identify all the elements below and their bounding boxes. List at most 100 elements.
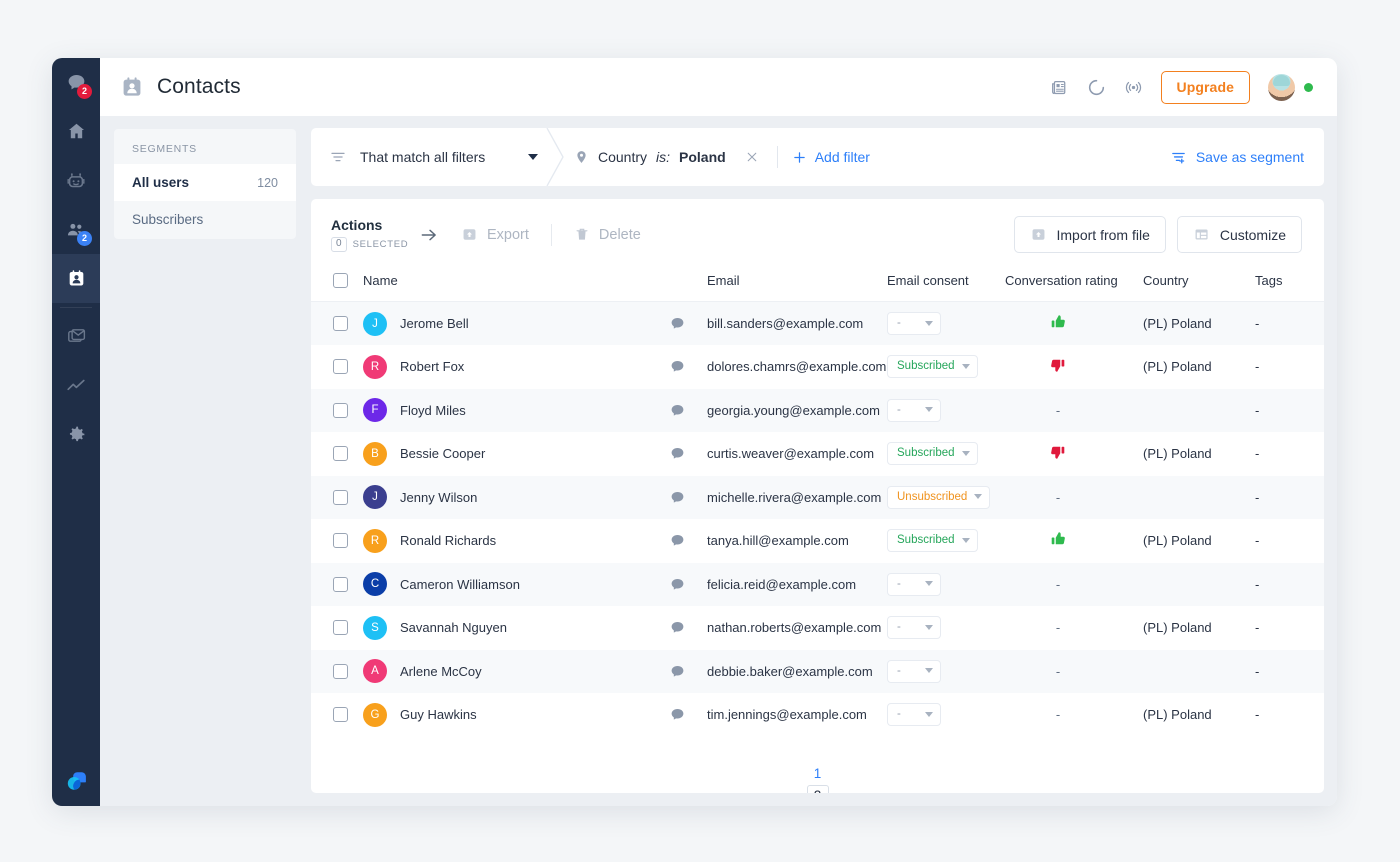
email-consent-dropdown[interactable]: - xyxy=(887,616,941,639)
row-chat-cell[interactable] xyxy=(669,693,707,737)
filter-chip-country[interactable]: Country is: Poland xyxy=(564,148,773,166)
email-consent-dropdown[interactable]: Subscribed xyxy=(887,442,978,465)
row-checkbox[interactable] xyxy=(333,359,348,374)
body-area: SEGMENTS All users 120 Subscribers xyxy=(100,116,1337,806)
nav-item-users[interactable]: 2 xyxy=(52,205,100,254)
table-row[interactable]: AArlene McCoydebbie.baker@example.com--- xyxy=(311,650,1324,694)
sidebar-item-all-users[interactable]: All users 120 xyxy=(114,164,296,201)
nav-item-bot[interactable] xyxy=(52,156,100,205)
email-consent-dropdown[interactable]: - xyxy=(887,660,941,683)
contact-country: (PL) Poland xyxy=(1143,519,1255,563)
nav-item-mail[interactable] xyxy=(52,312,100,361)
contacts-icon xyxy=(66,268,87,289)
email-consent-dropdown[interactable]: - xyxy=(887,573,941,596)
email-consent-dropdown[interactable]: - xyxy=(887,399,941,422)
filter-match-dropdown[interactable]: That match all filters xyxy=(311,148,546,166)
row-checkbox[interactable] xyxy=(333,446,348,461)
location-pin-icon xyxy=(574,148,589,166)
table-row[interactable]: FFloyd Milesgeorgia.young@example.com--- xyxy=(311,389,1324,433)
logo-icon xyxy=(62,768,90,794)
table-row[interactable]: BBessie Coopercurtis.weaver@example.comS… xyxy=(311,432,1324,476)
column-header-name[interactable]: Name xyxy=(363,267,669,302)
column-header-country[interactable]: Country xyxy=(1143,267,1255,302)
table-row[interactable]: RRonald Richardstanya.hill@example.comSu… xyxy=(311,519,1324,563)
loading-circle-icon[interactable] xyxy=(1087,78,1106,97)
contact-name: Guy Hawkins xyxy=(400,707,477,722)
select-all-checkbox[interactable] xyxy=(333,273,348,288)
pagination-page-2[interactable]: 2 xyxy=(807,785,829,794)
nav-item-analytics[interactable] xyxy=(52,361,100,410)
add-filter-label: Add filter xyxy=(815,149,870,165)
row-consent-cell: Subscribed xyxy=(887,519,1005,563)
delete-button[interactable]: Delete xyxy=(570,226,645,243)
row-checkbox[interactable] xyxy=(333,403,348,418)
close-icon[interactable] xyxy=(745,150,759,164)
row-chat-cell[interactable] xyxy=(669,650,707,694)
add-filter-button[interactable]: Add filter xyxy=(792,149,870,165)
column-header-consent[interactable]: Email consent xyxy=(887,267,1005,302)
contact-country xyxy=(1143,563,1255,607)
email-consent-dropdown[interactable]: Subscribed xyxy=(887,529,978,552)
chat-bubble-icon xyxy=(669,532,686,549)
customize-button[interactable]: Customize xyxy=(1177,216,1302,253)
app-window: 2 xyxy=(52,58,1337,806)
table-row[interactable]: RRobert Foxdolores.chamrs@example.comSub… xyxy=(311,345,1324,389)
news-icon[interactable] xyxy=(1050,78,1069,97)
row-checkbox[interactable] xyxy=(333,707,348,722)
table-row[interactable]: JJerome Bellbill.sanders@example.com-(PL… xyxy=(311,302,1324,346)
upgrade-button[interactable]: Upgrade xyxy=(1161,71,1251,104)
contact-email: felicia.reid@example.com xyxy=(707,563,887,607)
column-header-email[interactable]: Email xyxy=(707,267,887,302)
email-consent-dropdown[interactable]: - xyxy=(887,312,941,335)
row-chat-cell[interactable] xyxy=(669,476,707,520)
email-consent-dropdown[interactable]: Subscribed xyxy=(887,355,978,378)
column-header-tags[interactable]: Tags xyxy=(1255,267,1324,302)
avatar: R xyxy=(363,355,387,379)
email-consent-value: Subscribed xyxy=(897,360,955,372)
row-chat-cell[interactable] xyxy=(669,302,707,346)
row-checkbox[interactable] xyxy=(333,490,348,505)
row-chat-cell[interactable] xyxy=(669,606,707,650)
row-name-cell: SSavannah Nguyen xyxy=(363,606,669,650)
email-consent-dropdown[interactable]: Unsubscribed xyxy=(887,486,990,509)
import-from-file-button[interactable]: Import from file xyxy=(1014,216,1166,253)
email-consent-dropdown[interactable]: - xyxy=(887,703,941,726)
table-row[interactable]: JJenny Wilsonmichelle.rivera@example.com… xyxy=(311,476,1324,520)
thumbs-up-icon xyxy=(1049,313,1067,331)
row-name-cell: AArlene McCoy xyxy=(363,650,669,694)
row-consent-cell: - xyxy=(887,302,1005,346)
row-chat-cell[interactable] xyxy=(669,519,707,563)
row-checkbox[interactable] xyxy=(333,664,348,679)
row-consent-cell: Subscribed xyxy=(887,345,1005,389)
row-chat-cell[interactable] xyxy=(669,389,707,433)
row-chat-cell[interactable] xyxy=(669,345,707,389)
row-checkbox[interactable] xyxy=(333,620,348,635)
row-chat-cell[interactable] xyxy=(669,563,707,607)
sidebar-item-subscribers[interactable]: Subscribers xyxy=(114,201,296,238)
table-row[interactable]: GGuy Hawkinstim.jennings@example.com--(P… xyxy=(311,693,1324,737)
nav-item-settings[interactable] xyxy=(52,410,100,459)
nav-item-contacts[interactable] xyxy=(52,254,100,303)
row-name-cell: RRonald Richards xyxy=(363,519,669,563)
save-as-segment-button[interactable]: Save as segment xyxy=(1170,149,1304,166)
filter-bar: That match all filters Country xyxy=(311,128,1324,186)
row-chat-cell[interactable] xyxy=(669,432,707,476)
column-header-rating[interactable]: Conversation rating xyxy=(1005,267,1143,302)
pagination-page-1[interactable]: 1 xyxy=(807,763,829,785)
table-row[interactable]: CCameron Williamsonfelicia.reid@example.… xyxy=(311,563,1324,607)
contact-name: Ronald Richards xyxy=(400,533,496,548)
row-checkbox[interactable] xyxy=(333,577,348,592)
table-row[interactable]: SSavannah Nguyennathan.roberts@example.c… xyxy=(311,606,1324,650)
filter-chip-field: Country xyxy=(598,149,647,165)
row-consent-cell: Subscribed xyxy=(887,432,1005,476)
segments-heading: SEGMENTS xyxy=(114,129,296,164)
export-button[interactable]: Export xyxy=(457,226,533,243)
nav-item-chat[interactable]: 2 xyxy=(52,58,100,107)
avatar[interactable] xyxy=(1268,74,1295,101)
broadcast-icon[interactable] xyxy=(1124,78,1143,97)
chevron-down-icon xyxy=(925,581,933,586)
row-checkbox[interactable] xyxy=(333,316,348,331)
email-consent-value: Subscribed xyxy=(897,534,955,546)
row-checkbox[interactable] xyxy=(333,533,348,548)
nav-item-home[interactable] xyxy=(52,107,100,156)
